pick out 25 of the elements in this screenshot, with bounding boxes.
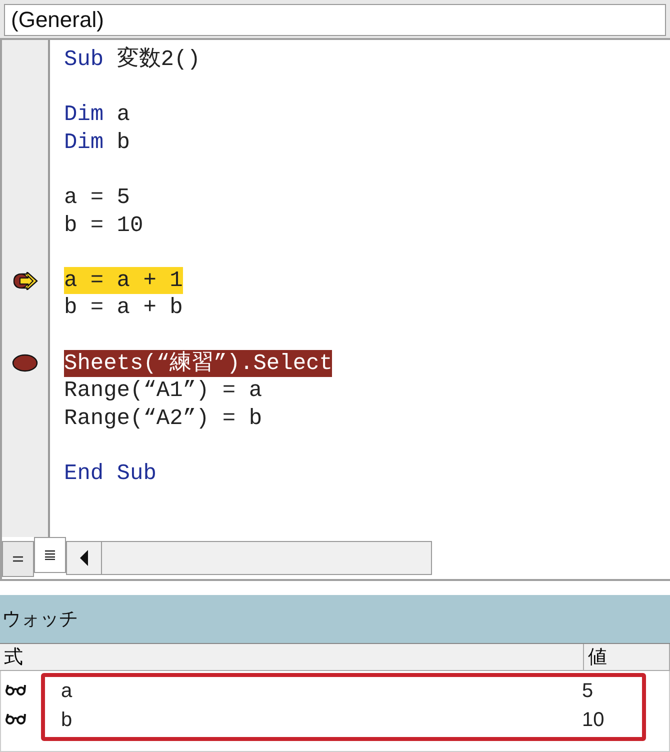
code-line: a = 5	[64, 184, 130, 212]
watch-value: 5	[582, 680, 594, 703]
code-line: b = 10	[64, 212, 144, 240]
watch-value: 10	[582, 709, 606, 732]
two-lines-icon	[12, 554, 24, 564]
code-line: Sub 変数2()	[64, 46, 200, 74]
column-header[interactable]: 値	[584, 644, 670, 670]
glasses-icon	[5, 684, 27, 696]
code-line: Range(“A1”) = a	[64, 377, 262, 405]
column-header[interactable]: 式	[0, 644, 584, 670]
watch-expression: b	[61, 709, 74, 732]
scroll-left-button[interactable]	[66, 540, 102, 575]
watch-expression: a	[61, 680, 74, 703]
code-line: Dim b	[64, 128, 130, 156]
glasses-icon	[5, 712, 27, 724]
object-dropdown[interactable]: (General)	[4, 4, 666, 36]
left-triangle-icon	[79, 550, 89, 566]
code-line: End Sub	[64, 460, 156, 488]
code-line: Range(“A2”) = b	[64, 404, 262, 432]
full-module-view-button[interactable]	[34, 536, 66, 573]
code-line: b = a + b	[64, 294, 183, 322]
horizontal-scrollbar[interactable]	[102, 540, 432, 575]
code-line: Dim a	[64, 101, 130, 129]
watch-panel-title: ウォッチ	[0, 594, 670, 643]
four-lines-icon	[44, 550, 56, 560]
